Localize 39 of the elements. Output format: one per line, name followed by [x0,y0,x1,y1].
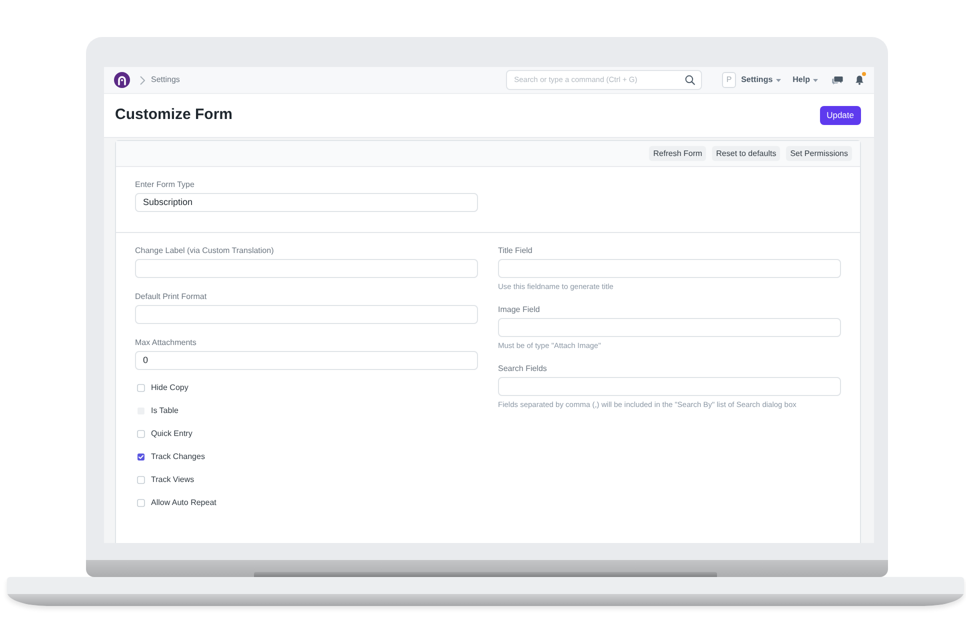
update-button[interactable]: Update [820,106,861,125]
checkbox-label[interactable]: Quick Entry [151,428,192,440]
text-input[interactable]: Subscription [135,193,478,212]
logo-icon[interactable] [114,72,130,88]
field-label: Image Field [498,304,540,315]
checkbox-label[interactable]: Track Changes [151,450,205,462]
caret-icon [776,78,781,82]
page-title: Customize Form [115,105,233,126]
bell-icon[interactable] [855,75,864,85]
toolbar-button[interactable]: Reset to defaults [712,146,780,161]
toolbar-button[interactable]: Refresh Form [649,146,706,161]
text-input[interactable] [498,318,841,337]
text-input[interactable] [135,259,478,278]
field-label: Enter Form Type [135,179,194,190]
text-input[interactable] [135,305,478,324]
checkbox-label[interactable]: Allow Auto Repeat [151,496,216,508]
checkbox-label[interactable]: Hide Copy [151,382,188,394]
checkbox-label[interactable]: Track Views [151,474,194,486]
checkbox[interactable] [137,430,145,438]
checkbox[interactable] [137,452,145,460]
field-label: Search Fields [498,363,547,374]
nav-menu-button[interactable]: Settings [741,74,781,86]
caret-icon [813,78,818,82]
checkbox[interactable] [137,384,145,392]
chevron-icon [140,76,145,84]
search-icon[interactable] [685,75,696,85]
field-label: Change Label (via Custom Translation) [135,245,274,256]
text-input[interactable]: 0 [135,351,478,370]
text-input[interactable] [498,259,841,278]
field-label: Title Field [498,245,532,256]
field-label: Default Print Format [135,291,207,302]
nav-menu-button[interactable]: Help [792,74,818,86]
checkbox[interactable] [137,498,145,506]
text-input[interactable] [498,377,841,396]
breadcrumb-link[interactable]: Settings [151,74,180,86]
toolbar-button[interactable]: Set Permissions [786,146,852,161]
checkbox[interactable] [137,476,145,484]
chat-icon[interactable] [832,76,843,84]
field-label: Max Attachments [135,337,196,348]
